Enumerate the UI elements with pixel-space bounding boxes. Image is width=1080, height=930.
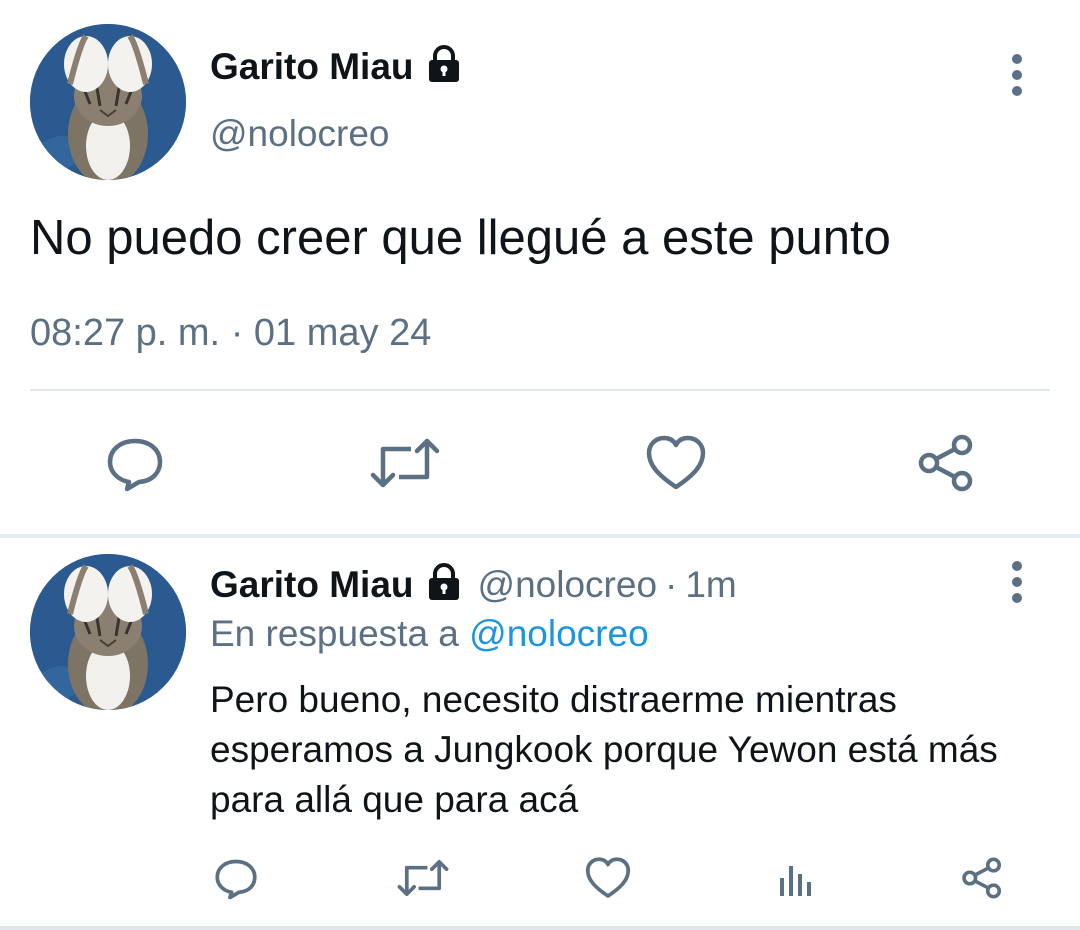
bottom-divider [0,926,1080,930]
more-options-icon[interactable] [997,45,1037,105]
retweet-icon[interactable] [363,428,447,498]
reply-avatar[interactable] [30,554,186,710]
like-icon[interactable] [638,428,714,498]
like-icon[interactable] [580,850,636,906]
retweet-icon[interactable] [392,850,454,906]
divider [30,389,1050,391]
author-name[interactable]: Garito Miau [210,46,414,88]
replying-to-label: En respuesta a [210,613,459,654]
avatar[interactable] [30,24,186,180]
separator-dot: · [230,312,244,354]
replying-to: En respuesta a @nolocreo [210,613,649,655]
lock-icon [424,562,464,607]
reply-age[interactable]: 1m [685,564,736,606]
tweet-text: No puedo creer que llegué a este punto [30,211,891,265]
reply-icon[interactable] [95,428,175,498]
section-separator [0,534,1080,538]
tweet-timestamp[interactable]: 08:27 p. m. · 01 may 24 [30,312,431,355]
tweet-date: 01 may 24 [253,312,432,354]
tweet-time: 08:27 p. m. [30,312,221,354]
reply-text: Pero bueno, necesito distraerme mientras… [210,679,998,820]
cat-photo [30,554,186,710]
share-icon[interactable] [954,850,1010,906]
replying-to-handle-link[interactable]: @nolocreo [469,613,649,654]
reply-author-name[interactable]: Garito Miau [210,564,414,606]
analytics-icon[interactable] [768,850,824,906]
author-row: Garito Miau [210,44,464,89]
cat-photo [30,24,186,180]
reply-header: Garito Miau @nolocreo · 1m [210,562,737,607]
more-options-icon[interactable] [997,552,1037,612]
reply-icon[interactable] [208,850,264,906]
reply-author-handle[interactable]: @nolocreo [478,564,658,606]
author-handle[interactable]: @nolocreo [210,113,390,155]
lock-icon [424,44,464,89]
separator-dot: · [665,563,678,605]
share-icon[interactable] [908,428,984,498]
